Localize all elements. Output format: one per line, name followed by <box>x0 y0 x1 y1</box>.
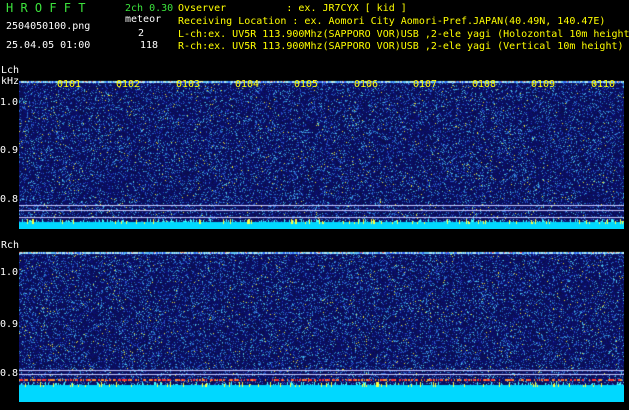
app-name: H R O F F T <box>6 1 86 15</box>
lch-channel-label: Lch <box>1 65 20 76</box>
rch-ytick-1-0: 1.0 <box>0 267 19 278</box>
lch-unit-label: kHz <box>1 76 20 87</box>
lch-time-label: 0105 <box>294 79 319 90</box>
lch-time-label: 0106 <box>354 79 379 90</box>
filename-label: 2504050100.png <box>6 21 91 32</box>
lch-time-label: 0109 <box>531 79 556 90</box>
lch-time-label: 0104 <box>235 79 260 90</box>
lch-time-label: 0107 <box>413 79 438 90</box>
lch-ytick-0-8: 0.8 <box>0 194 19 205</box>
location-line: Receiving Location : ex. Aomori City Aom… <box>178 16 606 27</box>
datetime-label: 25.04.05 01:00 <box>6 40 91 51</box>
rch-info-line: R-ch:ex. UV5R 113.900Mhz(SAPPORO VOR)USB… <box>178 41 624 52</box>
lch-time-label: 0110 <box>591 79 616 90</box>
rch-channel-label: Rch <box>1 240 20 251</box>
hrofft-window: H R O F F T 2ch 0.30 2504050100.png mete… <box>0 0 629 410</box>
lch-info-line: L-ch:ex. UV5R 113.900Mhz(SAPPORO VOR)USB… <box>178 29 629 40</box>
rch-ytick-0-8: 0.8 <box>0 368 19 379</box>
lch-spectrogram <box>19 78 624 229</box>
lch-ytick-0-9: 0.9 <box>0 145 19 156</box>
observer-line: Ovserver : ex. JR7CYX [ kid ] <box>178 3 407 14</box>
rch-meteor-count: 118 <box>140 40 159 51</box>
lch-time-label: 0102 <box>116 79 141 90</box>
lch-time-label: 0108 <box>472 79 497 90</box>
lch-time-label: 0103 <box>176 79 201 90</box>
meteor-counter-label: meteor <box>125 14 162 25</box>
lch-time-label: 0101 <box>57 79 82 90</box>
app-version: 2ch 0.30 <box>125 3 174 14</box>
lch-meteor-count: 2 <box>138 28 145 39</box>
lch-ytick-1-0: 1.0 <box>0 97 19 108</box>
rch-spectrogram <box>19 250 624 402</box>
rch-ytick-0-9: 0.9 <box>0 319 19 330</box>
